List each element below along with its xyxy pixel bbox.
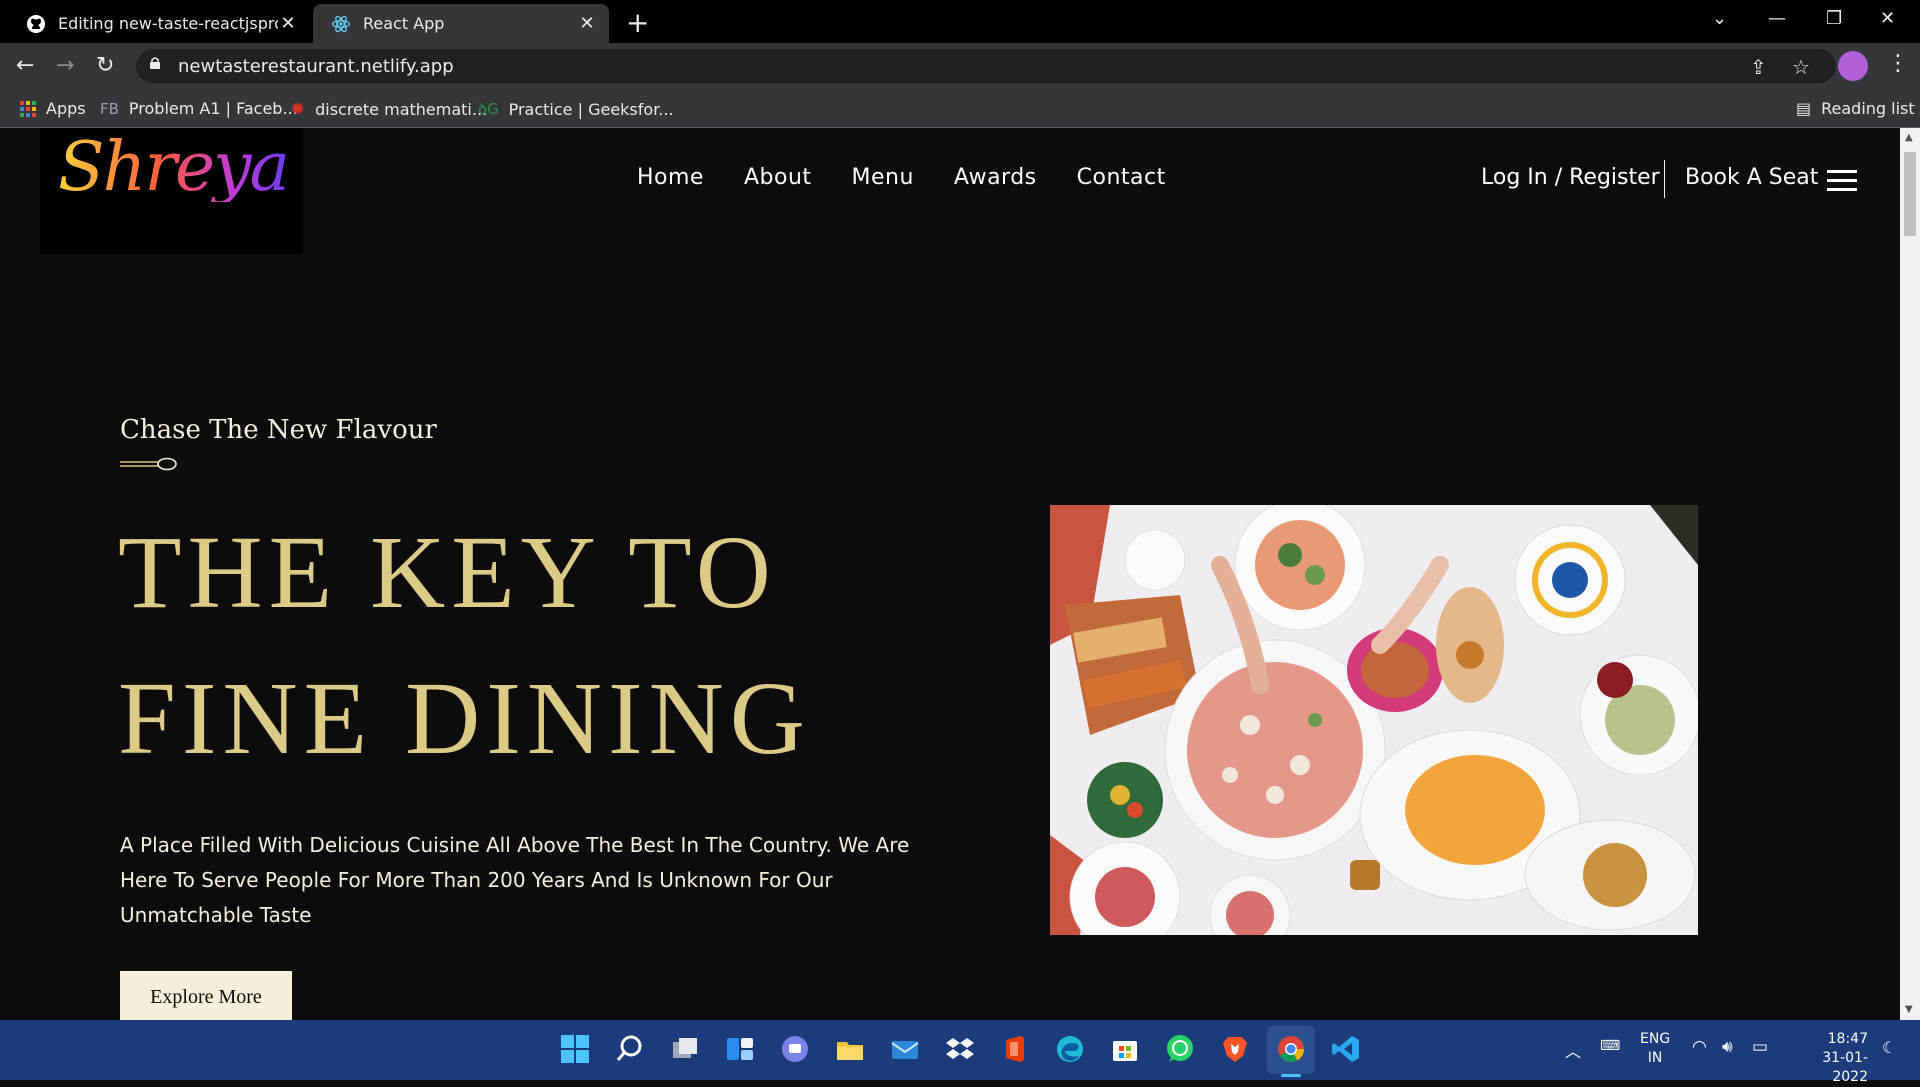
file-explorer-icon[interactable]: [835, 1034, 865, 1064]
windows-start-icon[interactable]: [560, 1034, 590, 1064]
facebook-fb-icon: FB: [100, 99, 119, 118]
scrollbar-thumb[interactable]: [1904, 152, 1916, 236]
headline-line-2: FINE DINING: [118, 661, 811, 776]
wifi-icon[interactable]: ◠: [1692, 1037, 1707, 1057]
battery-icon[interactable]: ▭: [1752, 1037, 1768, 1057]
bookmark-facebook-problem[interactable]: FB Problem A1 | Faceb...: [100, 99, 298, 118]
reload-icon[interactable]: ↻: [96, 53, 114, 78]
clock[interactable]: 18:47 31-01-2022: [1790, 1030, 1868, 1087]
geeksforgeeks-icon: ꝺG: [478, 100, 499, 118]
bookmark-label: Problem A1 | Faceb...: [128, 99, 298, 118]
volume-icon[interactable]: 🔊︎: [1722, 1037, 1733, 1057]
dropbox-icon[interactable]: [945, 1034, 975, 1064]
reading-list-icon: ▤: [1796, 99, 1812, 118]
nav-divider: [1664, 160, 1665, 198]
logo-wordmark: Shreya: [58, 128, 290, 207]
bookmark-label: Practice | Geeksfor...: [508, 99, 674, 119]
keyboard-icon[interactable]: ⌨: [1600, 1038, 1620, 1054]
region-code: IN: [1647, 1050, 1663, 1066]
close-tab-icon[interactable]: ✕: [577, 13, 597, 34]
tab-react-app[interactable]: React App ✕: [313, 4, 609, 43]
edge-icon[interactable]: [1055, 1034, 1085, 1064]
page-scrollbar[interactable]: ▲ ▼: [1900, 128, 1920, 1020]
share-icon[interactable]: ⇪: [1750, 55, 1767, 79]
red-gear-icon: ✹: [290, 99, 306, 120]
brave-icon[interactable]: [1220, 1034, 1250, 1064]
reading-list-button[interactable]: ▤ Reading list: [1796, 99, 1915, 118]
tab-title: Editing new-taste-reactjsproject/: [58, 14, 278, 33]
login-register-link[interactable]: Log In / Register: [1481, 165, 1660, 190]
nav-awards[interactable]: Awards: [954, 165, 1037, 190]
clock-date: 31-01-2022: [1822, 1050, 1868, 1085]
nav-about[interactable]: About: [744, 165, 812, 190]
scroll-up-arrow-icon[interactable]: ▲: [1905, 132, 1913, 143]
nav-home[interactable]: Home: [637, 165, 704, 190]
address-bar[interactable]: newtasterestaurant.netlify.app ⇪ ☆: [136, 49, 1836, 83]
url-text: newtasterestaurant.netlify.app: [178, 56, 454, 77]
tray-overflow-chevron-icon[interactable]: ︿: [1565, 1038, 1581, 1062]
bookmarks-bar: Apps FB Problem A1 | Faceb... ✹ discrete…: [0, 90, 1920, 128]
tab-title: React App: [363, 14, 445, 33]
bookmark-apps[interactable]: Apps: [20, 99, 86, 118]
whatsapp-icon[interactable]: [1165, 1034, 1195, 1064]
tab-search-chevron-icon[interactable]: ⌄: [1712, 8, 1727, 29]
search-icon[interactable]: [615, 1034, 645, 1064]
browser-toolbar: ← → ↻ newtasterestaurant.netlify.app ⇪ ☆…: [0, 43, 1920, 90]
vscode-icon[interactable]: [1331, 1034, 1361, 1064]
hero-headline: THE KEY TO FINE DINING: [118, 500, 811, 792]
site-logo[interactable]: Shreya: [40, 128, 303, 254]
food-table-image: [1050, 505, 1698, 935]
task-view-icon[interactable]: [670, 1034, 700, 1064]
bookmark-label: Apps: [46, 99, 86, 118]
bookmark-star-icon[interactable]: ☆: [1792, 55, 1810, 79]
hero-description: A Place Filled With Delicious Cuisine Al…: [120, 833, 910, 927]
close-tab-icon[interactable]: ✕: [278, 13, 298, 34]
language-indicator[interactable]: ENG IN: [1640, 1030, 1670, 1068]
bookmark-discrete-math[interactable]: ✹ discrete mathemati...: [290, 99, 487, 120]
running-indicator: [1281, 1074, 1301, 1077]
headline-line-1: THE KEY TO: [118, 515, 777, 630]
nav-contact[interactable]: Contact: [1077, 165, 1166, 190]
back-arrow-icon[interactable]: ←: [16, 53, 34, 78]
close-window-icon[interactable]: ✕: [1880, 8, 1895, 29]
mail-icon[interactable]: [890, 1034, 920, 1064]
main-nav: Home About Menu Awards Contact: [637, 165, 1166, 190]
minimize-icon[interactable]: —: [1768, 8, 1786, 29]
github-icon: [27, 14, 45, 33]
react-icon: [331, 15, 351, 32]
lock-icon: [150, 57, 160, 69]
browser-menu-icon[interactable]: ⋮: [1887, 51, 1909, 76]
profile-avatar[interactable]: [1838, 51, 1868, 81]
spoon-divider-icon: [120, 457, 177, 471]
chrome-icon[interactable]: [1276, 1034, 1306, 1064]
new-tab-plus-icon[interactable]: +: [626, 6, 649, 39]
restaurant-page: Shreya Home About Menu Awards Contact Lo…: [0, 128, 1900, 1020]
widgets-icon[interactable]: [725, 1034, 755, 1064]
office-icon[interactable]: [1000, 1034, 1030, 1064]
apps-grid-icon: [20, 100, 36, 117]
windows-taskbar: ︿ ⌨ ENG IN ◠ 🔊︎ ▭ 18:47 31-01-2022 ☾: [0, 1020, 1920, 1085]
reading-list-label: Reading list: [1821, 99, 1915, 118]
scroll-down-arrow-icon[interactable]: ▼: [1905, 1004, 1913, 1015]
notification-moon-icon[interactable]: ☾: [1882, 1038, 1896, 1057]
teams-chat-icon[interactable]: [780, 1034, 810, 1064]
clock-time: 18:47: [1827, 1031, 1868, 1047]
explore-more-button[interactable]: Explore More: [120, 971, 292, 1020]
browser-tab-strip: Editing new-taste-reactjsproject/ ✕ Reac…: [0, 0, 1920, 43]
forward-arrow-icon[interactable]: →: [56, 53, 74, 78]
restore-icon[interactable]: ❐: [1826, 8, 1842, 29]
language-code: ENG: [1640, 1031, 1671, 1047]
bookmark-geeksforgeeks[interactable]: ꝺG Practice | Geeksfor...: [478, 99, 674, 119]
microsoft-store-icon[interactable]: [1110, 1034, 1140, 1064]
tab-github-editing[interactable]: Editing new-taste-reactjsproject/ ✕: [8, 4, 310, 43]
book-seat-link[interactable]: Book A Seat: [1685, 165, 1818, 190]
nav-menu[interactable]: Menu: [852, 165, 914, 190]
hamburger-menu-icon[interactable]: [1827, 170, 1857, 192]
hero-subtitle: Chase The New Flavour: [120, 415, 437, 445]
bookmark-label: discrete mathemati...: [315, 100, 488, 119]
